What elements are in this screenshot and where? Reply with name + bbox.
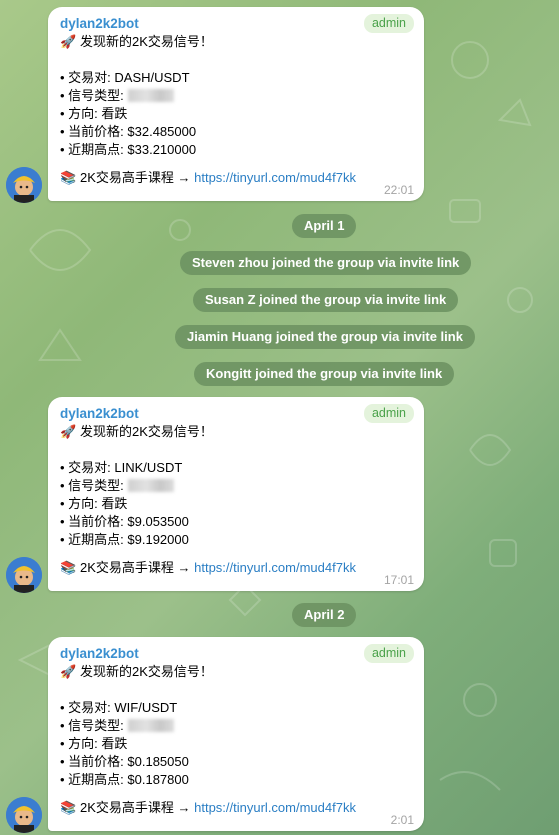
message-time: 17:01 <box>383 573 414 587</box>
bot-avatar[interactable] <box>6 797 42 833</box>
recent-high: • 近期高点: $33.210000 <box>60 142 197 157</box>
course-label: 2K交易高手课程 → <box>80 800 195 815</box>
service-message: Jiamin Huang joined the group via invite… <box>175 325 475 349</box>
bot-avatar[interactable] <box>6 167 42 203</box>
redacted-signal-type <box>128 719 175 732</box>
rocket-icon: 🚀 <box>60 424 77 439</box>
message-time: 22:01 <box>383 183 414 197</box>
recent-high: • 近期高点: $9.192000 <box>60 532 189 547</box>
message-headline: 发现新的2K交易信号！ <box>80 34 213 49</box>
course-link[interactable]: https://tinyurl.com/mud4f7kk <box>194 800 356 815</box>
direction: • 方向: 看跌 <box>60 106 128 121</box>
message-headline: 发现新的2K交易信号！ <box>80 424 213 439</box>
sender-name[interactable]: dylan2k2bot <box>60 15 412 33</box>
message-bubble[interactable]: dylan2k2bot admin 🚀 发现新的2K交易信号！ • 交易对: DA… <box>48 7 424 201</box>
course-link[interactable]: https://tinyurl.com/mud4f7kk <box>194 560 356 575</box>
direction: • 方向: 看跌 <box>60 736 128 751</box>
signal-type-label: • 信号类型: <box>60 88 128 103</box>
service-message: Kongitt joined the group via invite link <box>194 362 455 386</box>
date-separator: April 1 <box>292 214 357 238</box>
sender-name[interactable]: dylan2k2bot <box>60 405 412 423</box>
signal-type-label: • 信号类型: <box>60 718 128 733</box>
message-bubble[interactable]: dylan2k2bot admin 🚀 发现新的2K交易信号！ • 交易对: LI… <box>48 397 424 591</box>
current-price: • 当前价格: $32.485000 <box>60 124 197 139</box>
rocket-icon: 🚀 <box>60 664 77 679</box>
redacted-signal-type <box>128 479 175 492</box>
course-label: 2K交易高手课程 → <box>80 170 195 185</box>
service-message: Susan Z joined the group via invite link <box>193 288 459 312</box>
trade-pair: • 交易对: DASH/USDT <box>60 70 190 85</box>
message-headline: 发现新的2K交易信号！ <box>80 664 213 679</box>
sender-name[interactable]: dylan2k2bot <box>60 645 412 663</box>
recent-high: • 近期高点: $0.187800 <box>60 772 189 787</box>
rocket-icon: 🚀 <box>60 34 77 49</box>
direction: • 方向: 看跌 <box>60 496 128 511</box>
admin-badge: admin <box>363 14 414 33</box>
books-icon: 📚 <box>60 800 77 815</box>
admin-badge: admin <box>363 404 414 423</box>
trade-pair: • 交易对: WIF/USDT <box>60 700 178 715</box>
current-price: • 当前价格: $0.185050 <box>60 754 189 769</box>
course-label: 2K交易高手课程 → <box>80 560 195 575</box>
bot-avatar[interactable] <box>6 557 42 593</box>
redacted-signal-type <box>128 89 175 102</box>
date-separator: April 2 <box>292 603 357 627</box>
service-message: Steven zhou joined the group via invite … <box>180 251 472 275</box>
course-link[interactable]: https://tinyurl.com/mud4f7kk <box>194 170 356 185</box>
message-bubble[interactable]: dylan2k2bot admin 🚀 发现新的2K交易信号！ • 交易对: WI… <box>48 637 424 831</box>
current-price: • 当前价格: $9.053500 <box>60 514 189 529</box>
books-icon: 📚 <box>60 560 77 575</box>
admin-badge: admin <box>363 644 414 663</box>
trade-pair: • 交易对: LINK/USDT <box>60 460 183 475</box>
books-icon: 📚 <box>60 170 77 185</box>
message-time: 2:01 <box>390 813 414 827</box>
signal-type-label: • 信号类型: <box>60 478 128 493</box>
